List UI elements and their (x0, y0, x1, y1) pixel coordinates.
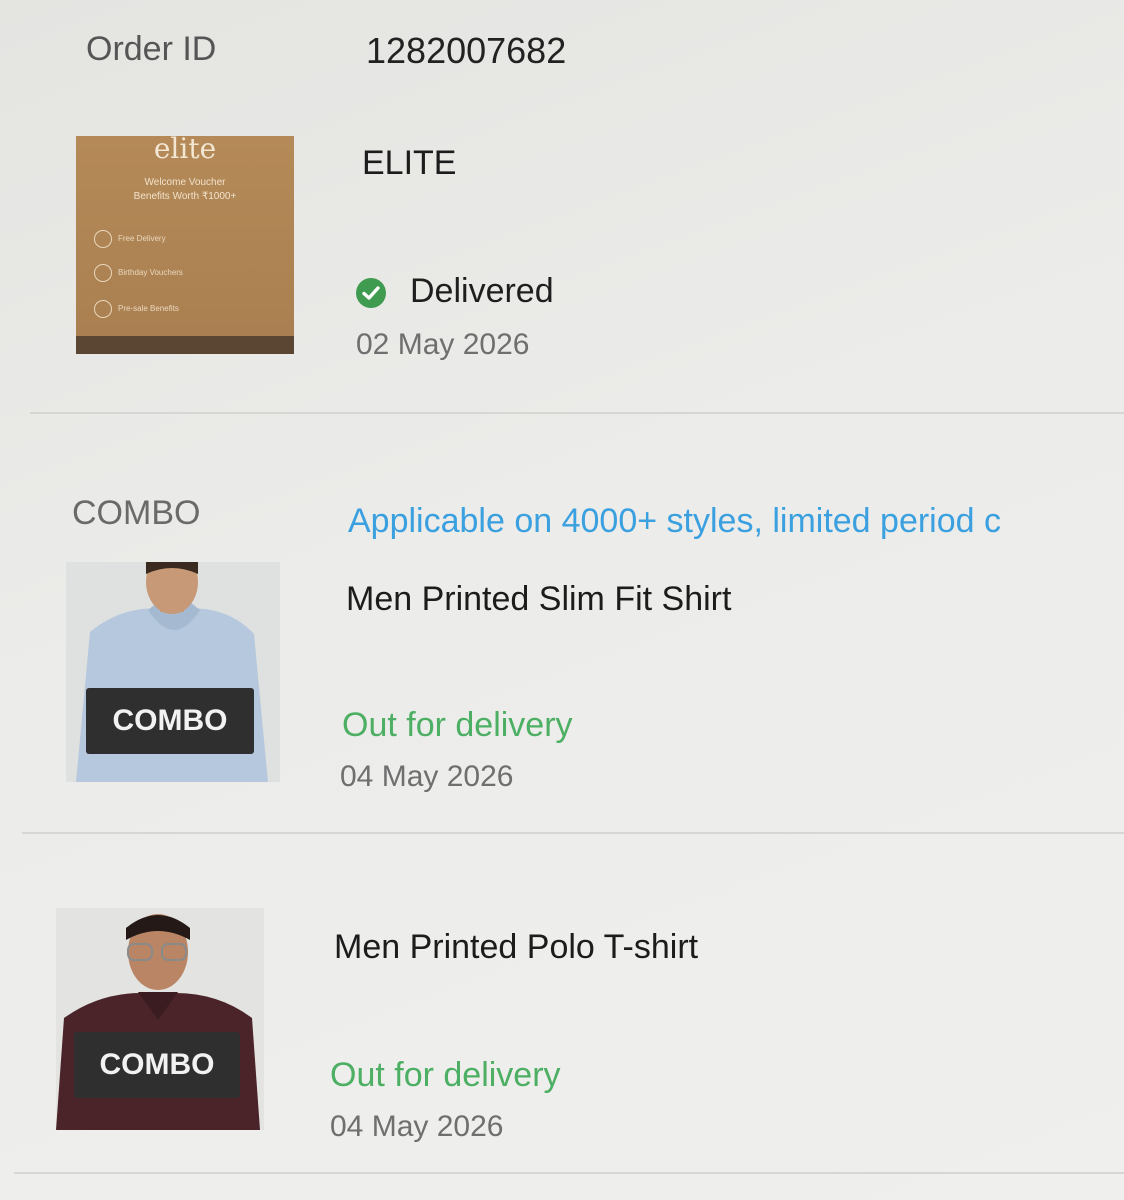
combo-badge: COMBO (74, 1032, 240, 1098)
combo-badge: COMBO (86, 688, 254, 754)
elite-card-line2: Benefits Worth ₹1000+ (133, 191, 237, 202)
elite-card-image: elite Welcome Voucher Benefits Worth ₹10… (76, 136, 294, 354)
delivery-icon (94, 230, 112, 248)
delivery-status: Delivered (410, 272, 554, 310)
delivery-status: Out for delivery (330, 1056, 561, 1094)
order-id-label: Order ID (86, 30, 217, 68)
delivery-date: 02 May 2026 (356, 328, 530, 361)
item-title[interactable]: ELITE (362, 144, 456, 183)
product-image-polo[interactable]: COMBO (56, 908, 264, 1130)
elite-benefit-2: Birthday Vouchers (118, 268, 183, 277)
combo-offer-text[interactable]: Applicable on 4000+ styles, limited peri… (348, 502, 1001, 541)
order-id-value: 1282007682 (366, 30, 567, 71)
elite-thumbnail[interactable]: elite Welcome Voucher Benefits Worth ₹10… (76, 136, 294, 354)
delivery-date: 04 May 2026 (330, 1110, 504, 1143)
order-id-row: Order ID 1282007682 (86, 30, 1086, 80)
item-title[interactable]: Men Printed Slim Fit Shirt (346, 580, 731, 619)
tag-icon (94, 300, 112, 318)
item-title[interactable]: Men Printed Polo T-shirt (334, 928, 698, 967)
divider (30, 412, 1124, 414)
elite-card-line1: Welcome Voucher (144, 177, 226, 188)
order-item-elite[interactable]: elite Welcome Voucher Benefits Worth ₹10… (0, 130, 1124, 410)
combo-label: COMBO (72, 494, 201, 532)
divider (22, 832, 1124, 834)
gift-icon (94, 264, 112, 282)
delivery-date: 04 May 2026 (340, 760, 514, 793)
elite-benefit-3: Pre-sale Benefits (118, 304, 179, 313)
check-circle-icon (356, 278, 386, 308)
order-item-polo[interactable]: COMBO Men Printed Polo T-shirt Out for d… (0, 904, 1124, 1144)
delivery-status: Out for delivery (342, 706, 573, 744)
elite-logo: elite (153, 136, 217, 165)
elite-card-footer (76, 336, 294, 354)
order-item-shirt[interactable]: COMBO Men Printed Slim Fit Shirt Out for… (0, 560, 1124, 800)
divider (14, 1172, 1124, 1174)
order-details-screen: Order ID 1282007682 elite Welcome Vouche… (0, 0, 1124, 1200)
product-image-shirt[interactable]: COMBO (66, 562, 280, 782)
elite-benefit-1: Free Delivery (118, 234, 166, 243)
